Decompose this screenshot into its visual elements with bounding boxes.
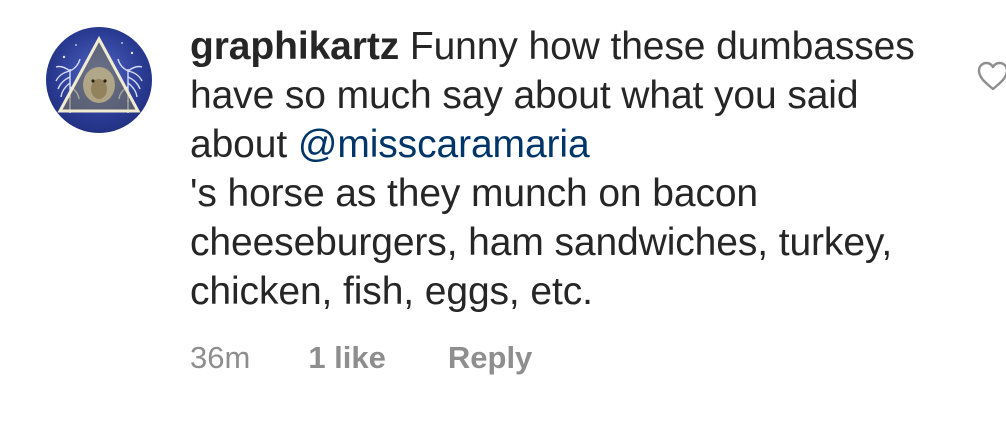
user-avatar[interactable] xyxy=(46,27,152,133)
like-button[interactable] xyxy=(976,60,1006,92)
heart-outline-icon xyxy=(977,61,1006,91)
lion-triangle-avatar-icon xyxy=(55,35,143,113)
mention-link[interactable]: @misscaramaria xyxy=(298,123,590,166)
comment-text-part-2: 's horse as they munch on bacon cheesebu… xyxy=(190,172,893,313)
reply-button[interactable]: Reply xyxy=(448,336,532,380)
comment-text: graphikartz Funny how these dumbasses ha… xyxy=(190,22,960,316)
comment-meta: 36m 1 like Reply xyxy=(190,336,532,380)
comment: graphikartz Funny how these dumbasses ha… xyxy=(0,0,1006,435)
comment-body: graphikartz Funny how these dumbasses ha… xyxy=(190,22,960,316)
likes-count-button[interactable]: 1 like xyxy=(308,336,386,380)
comment-username[interactable]: graphikartz xyxy=(190,25,399,68)
comment-timestamp: 36m xyxy=(190,340,251,375)
